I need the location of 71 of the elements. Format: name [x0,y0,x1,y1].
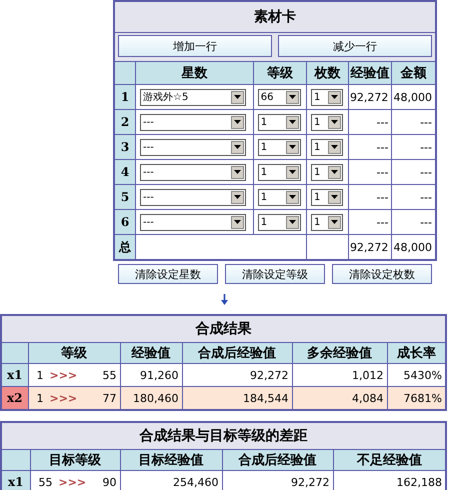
select-field[interactable]: 1 [258,138,301,156]
row-number: 4 [114,160,136,184]
table-cell: --- [348,210,392,234]
select-field[interactable]: 66 [258,88,301,106]
row-number: 1 [114,84,136,110]
row-button[interactable]: 减少一行 [278,35,432,57]
row-label: x1 [1,364,28,386]
select-field[interactable]: 1 [310,114,343,130]
clear-button[interactable]: 清除设定枚数 [332,264,432,284]
table-title: 合成结果 [1,315,446,342]
select-field[interactable]: 1 [258,188,301,206]
select-field[interactable]: 1 [310,164,343,180]
table-cell: 92,272 [348,84,392,110]
level-from: 55 [38,476,52,488]
column-header: 多余经验值 [292,342,387,364]
select-field[interactable]: --- [140,214,246,230]
arrow-text: >>> [50,368,78,382]
row-number: 5 [114,184,136,210]
table-cell: 4,084 [292,386,387,410]
table-cell: --- [348,184,392,210]
column-header: 等级 [253,62,306,84]
row-label: x1 [1,470,30,490]
column-header: 金额 [392,62,436,84]
card-title: 素材卡 [114,1,436,32]
select-field[interactable]: 1 [310,188,343,206]
select-field[interactable]: --- [140,114,246,130]
table-title: 合成结果与目标等级的差距 [1,422,446,450]
table-cell: --- [348,160,392,184]
level-to: 90 [102,476,116,488]
row-label: x2 [1,386,28,410]
row-button[interactable]: 增加一行 [118,35,272,57]
level-from: 1 [36,368,44,382]
select-field[interactable]: 1 [258,164,301,180]
table-cell: --- [348,110,392,134]
level-from: 1 [36,392,44,404]
level-to: 55 [102,368,116,382]
column-header: 不足经验值 [333,450,446,470]
select-field[interactable]: 1 [258,214,301,230]
row-number: 6 [114,210,136,234]
select-field[interactable]: 1 [258,114,301,130]
table-cell: --- [348,134,392,160]
table-cell: 184,544 [182,386,292,410]
clear-button[interactable]: 清除设定星数 [118,264,218,284]
row-number: 2 [114,110,136,134]
column-header: 合成后经验值 [182,342,292,364]
table-cell: 92,272 [348,234,392,260]
column-header: 成长率 [387,342,446,364]
table-cell: 180,460 [120,386,182,410]
column-header: 目标等级 [30,450,120,470]
column-header: 枚数 [306,62,348,84]
select-field[interactable]: 1 [310,214,343,230]
total-label: 总 [114,234,136,260]
row-number: 3 [114,134,136,160]
arrow-text: >>> [58,476,86,488]
select-field[interactable]: --- [140,164,246,180]
column-header: 合成后经验值 [222,450,333,470]
select-field[interactable]: --- [140,138,246,156]
table-cell: 7681% [387,386,446,410]
select-field[interactable]: 1 [310,138,343,156]
level-to: 77 [102,392,116,404]
column-header: 经验值 [348,62,392,84]
select-field[interactable]: 游戏外☆5 [140,88,246,106]
clear-button[interactable]: 清除设定等级 [225,264,325,284]
down-arrow-icon [221,294,228,304]
column-header: 经验值 [120,342,182,364]
column-header: 星数 [136,62,254,84]
column-header: 目标经验值 [120,450,222,470]
arrow-text: >>> [50,392,78,404]
column-header: 等级 [28,342,120,364]
select-field[interactable]: 1 [310,88,343,106]
select-field[interactable]: --- [140,188,246,206]
